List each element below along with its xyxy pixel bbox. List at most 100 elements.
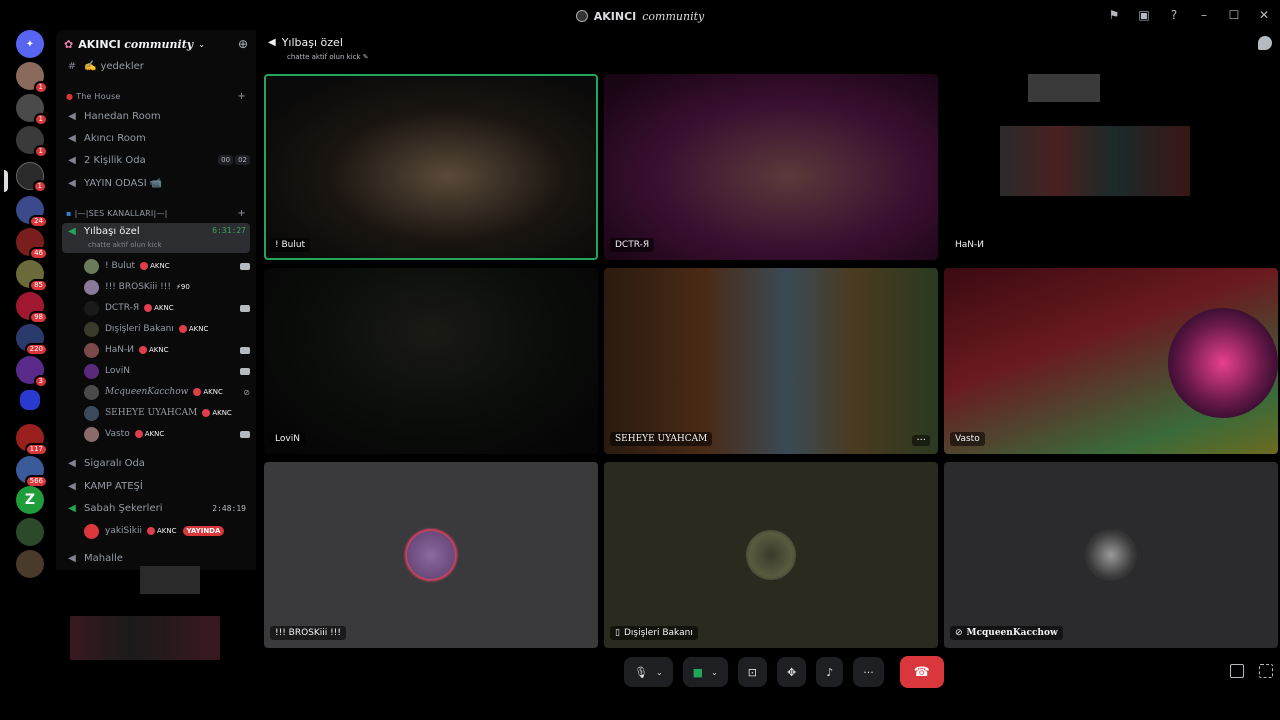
video-tile[interactable]: HaN-И [944,74,1278,260]
voice-user[interactable]: LoviN [84,361,250,381]
channel-yayin-odasi[interactable]: ◀ YAYIN ODASI 📹 [62,173,250,193]
folder-icon[interactable] [20,390,40,410]
close-icon[interactable]: ✕ [1256,7,1272,23]
video-tile[interactable]: !!! BROSKiii !!! [264,462,598,648]
channel-kamp-atesi[interactable]: ◀ KAMP ATEŞİ [62,476,250,496]
minimize-icon[interactable]: – [1196,7,1212,23]
window-title-suffix: community [642,9,705,23]
server-icon[interactable]: 220 [16,324,48,356]
voice-user[interactable]: DCTR-Я AKNC [84,298,250,318]
mic-button[interactable]: 🎙 ⌄ [624,657,673,687]
maximize-icon[interactable]: ☐ [1226,7,1242,23]
server-icon[interactable]: 98 [16,292,48,324]
guild-flower-icon: ✿ [64,37,74,51]
avatar [403,527,459,583]
video-tile[interactable]: DCTR-Я [604,74,938,260]
tv-icon: ▪ [66,208,72,218]
add-channel-icon[interactable]: + [237,91,250,102]
user-name: yakiSikii [105,526,142,536]
channel-label: Hanedan Room [84,110,161,122]
flag-icon[interactable]: ⚑ [1106,7,1122,23]
video-tile[interactable]: ! Bulut [264,74,598,260]
chevron-down-icon[interactable]: ⌄ [656,668,663,677]
voice-user[interactable]: Dışişleri Bakanı AKNC [84,319,250,339]
voice-user[interactable]: SEHEYE UYAHCAM AKNC [84,403,250,423]
soundboard-icon: ♪ [826,665,834,679]
server-icon[interactable]: 566 [16,456,48,488]
tile-name: Vasto [950,432,985,446]
avatar [746,530,796,580]
server-logo-icon [575,10,588,22]
invite-icon[interactable]: ⊕ [238,37,248,51]
server-icon[interactable]: 1 [16,94,48,126]
server-icon[interactable]: 1 [16,62,48,94]
voice-header: ◀ Yılbaşı özel chatte aktif olun kick ✎ [268,36,369,61]
voice-user[interactable]: HaN-И AKNC [84,340,250,360]
voice-user[interactable]: McqueenKacchow AKNC ⊘ [84,382,250,402]
channel-akinci-room[interactable]: ◀ Akıncı Room [62,128,250,148]
server-icon[interactable]: 24 [16,196,48,228]
akinci-server-icon[interactable]: 1 [16,162,47,193]
camera-icon: ■ [692,665,704,679]
more-button[interactable]: ··· [853,657,884,687]
channel-sigarali[interactable]: ◀ Sigaralı Oda [62,453,250,473]
share-screen-button[interactable]: ⊡ [737,657,767,687]
phone-icon: ▯ [615,628,620,638]
channel-2-kisilik[interactable]: ◀ 2 Kişilik Oda 00 02 [62,150,250,170]
camera-button[interactable]: ■ ⌄ [682,657,728,687]
video-tile[interactable]: ⊘ McqueenKacchow [944,462,1278,648]
server-icon[interactable]: 1 [16,126,48,158]
fullscreen-icon[interactable] [1259,664,1273,678]
chevron-down-icon[interactable]: ⌄ [711,668,718,677]
video-tile[interactable]: SEHEYE UYAHCAM ··· [604,268,938,454]
server-icon[interactable]: 46 [16,228,48,260]
soundboard-button[interactable]: ♪ [816,657,844,687]
voice-status[interactable]: chatte aktif olun kick ✎ [287,53,369,61]
popout-icon[interactable] [1230,664,1244,678]
more-options-icon[interactable]: ··· [912,435,930,446]
share-screen-icon: ⊡ [747,665,757,679]
badge: 24 [29,215,48,228]
discord-home-icon[interactable]: ✦ [16,30,44,58]
channel-hanedan[interactable]: ◀ Hanedan Room [62,106,250,126]
video-tile[interactable]: ▯ Dışişleri Bakanı [604,462,938,648]
server-icon[interactable]: Z [16,486,44,514]
tile-name: !!! BROSKiii !!! [270,626,346,640]
voice-user[interactable]: yakiSikii AKNC YAYINDA [84,521,250,541]
category-ses-kanallari[interactable]: ▪ |—|SES KANALLARI|—| + [62,203,250,223]
channel-sabah[interactable]: ◀ Sabah Şekerleri 2:48:19 [62,498,250,518]
microphone-icon: 🎙 [634,665,648,679]
badge: 1 [33,145,48,158]
speaker-icon: ◀ [68,177,76,189]
camera-icon [240,304,250,312]
server-icon[interactable]: 85 [16,260,48,292]
stream-preview[interactable] [66,566,226,666]
inbox-icon[interactable]: ▣ [1136,7,1152,23]
voice-user[interactable]: ! Bulut AKNC [84,256,250,276]
hang-up-icon: ☎ [913,664,930,680]
activities-button[interactable]: ✥ [777,657,807,687]
video-tile[interactable]: Vasto [944,268,1278,454]
channel-mahalle[interactable]: ◀ Mahalle [62,548,250,568]
server-icon[interactable]: 117 [16,424,48,456]
server-icon[interactable] [16,518,44,546]
disconnect-button[interactable]: ☎ [899,656,944,688]
frames-on-wall [1028,74,1100,102]
channel-yilbasi-ozel[interactable]: ◀ Yılbaşı özel 6:31:27 chatte aktif olun… [62,223,250,253]
chat-icon[interactable] [1258,36,1272,50]
guild-header[interactable]: ✿ AKINCI community ⌄ ⊕ [56,30,256,58]
category-the-house[interactable]: ● The House + [62,86,250,106]
avatar [1085,529,1137,581]
pencil-icon: ✎ [362,53,369,61]
help-icon[interactable]: ? [1166,7,1182,23]
server-icon[interactable] [16,550,44,578]
voice-user[interactable]: Vasto AKNC [84,424,250,444]
server-icon[interactable]: 3 [16,356,48,388]
channel-yedekler[interactable]: # ✍️ yedekler [62,56,250,76]
video-tile[interactable]: LoviN [264,268,598,454]
channel-sidebar: ✿ AKINCI community ⌄ ⊕ # ✍️ yedekler ● T… [56,30,256,570]
user-name: ! Bulut [105,261,136,271]
speaker-icon: ◀ [68,132,76,144]
add-channel-icon[interactable]: + [237,208,250,219]
voice-user[interactable]: !!! BROSKiii !!! ⚡90 [84,277,250,297]
